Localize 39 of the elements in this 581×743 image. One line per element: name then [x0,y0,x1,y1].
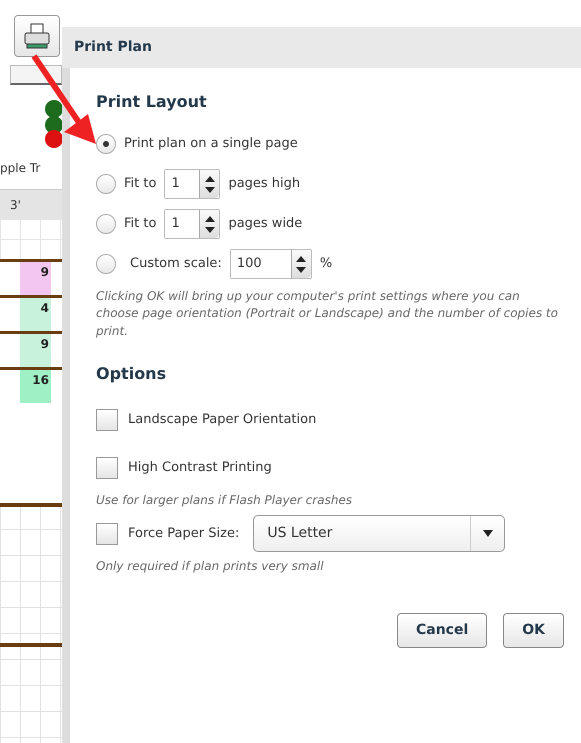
checkbox[interactable] [96,409,118,432]
plant-tile: 16 [20,370,51,403]
help-text: Clicking OK will bring up your computer's print settings where you can choose page orientation (Portrait or Landscape) and the number of copies to print. [96,288,559,340]
radio-button[interactable] [96,134,116,154]
paper-size-dropdown[interactable]: US Letter [253,515,506,552]
option-label: Print plan on a single page [124,135,298,154]
section-heading: Options [96,363,168,386]
option-suffix: pages wide [228,215,302,234]
cancel-button[interactable]: Cancel [396,612,488,648]
caret-icon [482,530,493,538]
plant-label: pple Tr [0,160,42,177]
radio-button[interactable] [96,214,116,234]
option-label: Fit to [124,175,156,194]
radio-button[interactable] [96,254,116,274]
print-button[interactable] [14,15,60,57]
option-label: High Contrast Printing [128,459,272,478]
option-label: Force Paper Size: [128,524,240,543]
option-label: Landscape Paper Orientation [128,411,316,430]
number-spinner[interactable]: 1 [164,209,220,239]
ruler-mark: 3' [10,198,21,212]
option-label: Custom scale: [130,255,222,274]
checkbox[interactable] [96,457,118,480]
number-spinner[interactable]: 1 [164,169,220,199]
plant-tile: 4 [20,298,51,331]
plant-tile: 9 [20,334,51,367]
option-suffix: pages high [228,175,300,194]
garden-grid [0,219,62,259]
section-heading: Print Layout [96,91,208,113]
checkbox[interactable] [96,522,118,545]
dialog-title: Print Plan [74,38,152,57]
help-text: Use for larger plans if Flash Player crashes [96,492,354,510]
ok-button[interactable]: OK [503,612,564,648]
option-label: Fit to [124,215,156,234]
number-spinner[interactable]: 100 [230,249,312,279]
help-text: Only required if plan prints very small [96,558,325,575]
radio-button[interactable] [96,174,116,194]
printer-icon [23,22,51,50]
option-suffix: % [320,255,332,274]
plant-tile: 9 [20,262,51,295]
